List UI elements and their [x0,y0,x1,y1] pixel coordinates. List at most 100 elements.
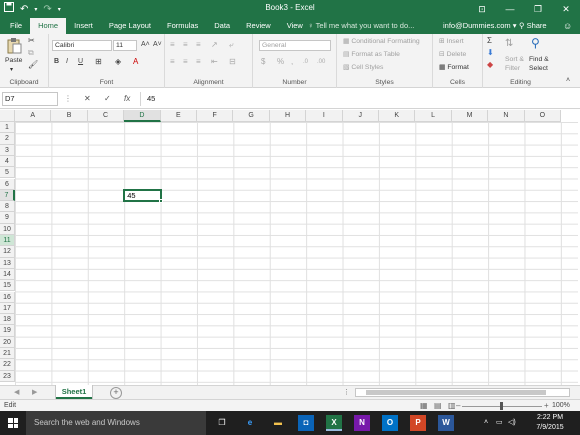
outlook-app-icon[interactable]: O [382,415,398,431]
row-header-5[interactable]: 5 [0,167,15,179]
underline-icon[interactable]: U [78,57,83,67]
format-painter-icon[interactable]: 🖌 [28,60,38,70]
row-header-20[interactable]: 20 [0,336,15,348]
row-header-7[interactable]: 7 [0,189,15,202]
column-header-h[interactable]: H [269,110,307,122]
row-header-21[interactable]: 21 [0,348,15,360]
ribbon-display-options-icon[interactable]: ⊡ [468,0,496,18]
indent-icon[interactable]: ⇤ [211,57,218,67]
prev-sheet-icon[interactable]: ◀ [14,387,19,399]
taskbar-search-box[interactable]: Search the web and Windows [26,411,206,435]
edge-browser-icon[interactable]: e [242,415,258,431]
row-header-10[interactable]: 10 [0,223,15,235]
row-header-17[interactable]: 17 [0,302,15,315]
zoom-in-icon[interactable]: + [544,401,549,411]
feedback-smiley-icon[interactable]: ☺ [563,18,572,34]
insert-cells-button[interactable]: ⊞ Insert [439,37,464,45]
bottom-align-icon[interactable]: ≡ [196,40,201,50]
page-break-view-icon[interactable]: ▥ [448,401,456,411]
row-header-11[interactable]: 11 [0,235,15,247]
tab-split-icon[interactable]: ⋮ [343,387,350,399]
decrease-font-icon[interactable]: A˅ [153,40,162,50]
add-sheet-icon[interactable]: + [110,387,122,399]
font-color-icon[interactable]: A [133,57,138,67]
filter-label[interactable]: Filter [505,65,520,72]
align-left-icon[interactable]: ≡ [170,57,175,67]
minimize-button[interactable]: — [496,0,524,18]
tab-review[interactable]: Review [238,18,279,34]
align-center-icon[interactable]: ≡ [183,57,188,67]
start-button[interactable] [0,411,26,435]
insert-function-button[interactable]: fx [124,93,130,105]
row-header-19[interactable]: 19 [0,325,15,337]
column-header-a[interactable]: A [15,110,52,122]
column-header-g[interactable]: G [233,110,270,122]
find-icon[interactable]: ⚲ [531,36,540,50]
cut-icon[interactable]: ✂ [28,36,35,46]
row-header-23[interactable]: 23 [0,370,15,382]
row-header-9[interactable]: 9 [0,212,15,224]
tab-home[interactable]: Home [30,18,67,34]
fill-color-icon[interactable]: ◈ [115,57,121,67]
close-button[interactable]: ✕ [552,0,580,18]
borders-icon[interactable]: ⊞ [95,57,102,67]
find-label[interactable]: Find & [529,56,549,63]
row-header-6[interactable]: 6 [0,178,15,190]
row-header-13[interactable]: 13 [0,257,15,269]
onenote-app-icon[interactable]: N [354,415,370,431]
row-header-2[interactable]: 2 [0,133,15,145]
row-header-14[interactable]: 14 [0,268,15,281]
active-cell[interactable]: 45 [123,188,162,203]
formula-input[interactable]: 45 [140,92,576,106]
column-header-n[interactable]: N [488,110,525,122]
tab-page-layout[interactable]: Page Layout [101,18,159,34]
tab-view[interactable]: View [279,18,311,34]
tab-file[interactable]: File [2,18,30,34]
file-explorer-icon[interactable]: ▬ [270,415,286,431]
sheet-tab-sheet1[interactable]: Sheet1 [56,385,92,399]
currency-icon[interactable]: $ [261,57,265,67]
tab-formulas[interactable]: Formulas [159,18,206,34]
comma-icon[interactable]: , [291,57,293,67]
conditional-formatting-button[interactable]: ▦ Conditional Formatting [343,37,420,45]
format-as-table-button[interactable]: ▤ Format as Table [343,50,400,58]
share-button[interactable]: ⚲ Share [519,18,547,34]
page-layout-view-icon[interactable]: ▤ [434,401,442,411]
column-header-o[interactable]: O [524,110,561,122]
row-header-22[interactable]: 22 [0,359,15,371]
bold-icon[interactable]: B [54,57,59,67]
horizontal-scrollbar[interactable] [355,388,570,397]
decrease-decimal-icon[interactable]: .00 [317,57,325,67]
store-icon[interactable]: ◘ [298,415,314,431]
middle-align-icon[interactable]: ≡ [183,40,188,50]
paste-dropdown-icon[interactable]: ▾ [10,66,13,73]
paste-button[interactable] [5,37,23,57]
column-header-m[interactable]: M [451,110,489,122]
select-label[interactable]: Select [529,65,548,72]
orientation-icon[interactable]: ↗ [211,40,218,50]
increase-decimal-icon[interactable]: .0 [303,57,308,67]
next-sheet-icon[interactable]: ▶ [32,387,37,399]
align-right-icon[interactable]: ≡ [196,57,201,67]
font-name-select[interactable]: Calibri [52,40,112,51]
column-header-c[interactable]: C [87,110,125,122]
column-header-l[interactable]: L [415,110,452,122]
word-app-icon[interactable]: W [438,415,454,431]
column-header-k[interactable]: K [379,110,416,122]
merge-center-icon[interactable]: ⊟ [229,57,236,67]
percent-icon[interactable]: % [277,57,284,67]
taskbar-clock[interactable]: 2:22 PM 7/9/2015 [530,413,570,433]
sort-filter-icon[interactable]: ⇅ [505,38,513,49]
zoom-out-icon[interactable]: – [456,401,460,411]
network-icon[interactable]: ▭ [496,411,503,435]
column-header-j[interactable]: J [342,110,379,122]
row-header-1[interactable]: 1 [0,122,15,134]
column-header-b[interactable]: B [51,110,88,122]
tell-me-box[interactable]: ♀ Tell me what you want to do... [308,18,414,34]
row-header-16[interactable]: 16 [0,291,15,303]
task-view-icon[interactable]: ❐ [214,415,230,431]
increase-font-icon[interactable]: A˄ [141,40,150,50]
format-cells-button[interactable]: ▦ Format [439,63,469,71]
volume-icon[interactable]: ◁) [508,411,516,435]
fill-icon[interactable]: ⬇ [487,48,494,58]
